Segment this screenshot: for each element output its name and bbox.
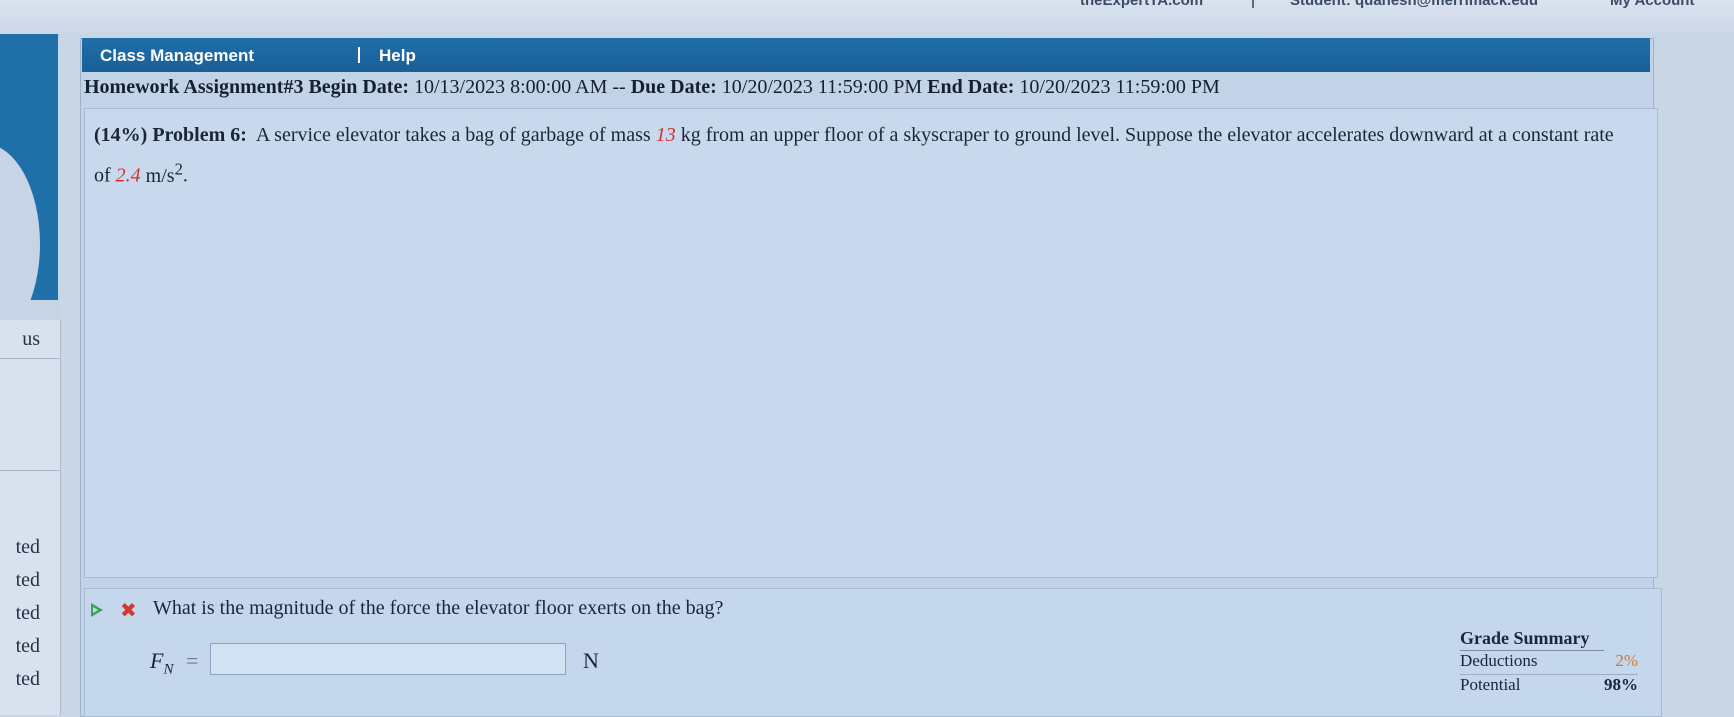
deductions-row: Deductions 2% xyxy=(1460,651,1638,671)
accel-value: 2.4 xyxy=(115,164,141,187)
answer-unit: N xyxy=(583,648,599,673)
potential-row: Potential 98% xyxy=(1460,675,1638,695)
end-date-value: 10/20/2023 11:59:00 PM xyxy=(1019,76,1220,98)
potential-value: 98% xyxy=(1604,675,1638,694)
potential-label: Potential xyxy=(1460,675,1521,694)
problem-text-a: A service elevator takes a bag of garbag… xyxy=(255,124,651,146)
problem-label: Problem 6: xyxy=(152,124,247,146)
left-nav-item[interactable]: ted xyxy=(0,635,40,658)
top-strip: theExpertTA.com Student: quanesh@merrima… xyxy=(0,0,1734,34)
left-nav-item[interactable]: ted xyxy=(0,536,40,559)
due-date-value: 10/20/2023 11:59:00 PM xyxy=(721,76,923,98)
left-nav-item[interactable]: ted xyxy=(0,602,40,625)
end-date-label: End Date: xyxy=(927,76,1015,98)
accel-unit: m/s2 xyxy=(145,159,183,187)
account-link[interactable]: My Account xyxy=(1610,0,1694,9)
date-separator: -- xyxy=(612,76,626,98)
problem-statement: (14%) Problem 6: A service elevator take… xyxy=(94,118,1614,193)
question-text: What is the magnitude of the force the e… xyxy=(153,597,724,619)
begin-date-value: 10/13/2023 8:00:00 AM xyxy=(414,76,608,98)
left-nav-heading: us xyxy=(22,328,40,350)
due-date-label: Due Date: xyxy=(630,76,717,98)
mass-value: 13 xyxy=(655,124,676,146)
assignment-header: Homework Assignment#3 Begin Date: 10/13/… xyxy=(84,76,1644,104)
force-variable: FN xyxy=(150,648,173,678)
problem-weight: (14%) xyxy=(94,124,148,146)
answer-input[interactable] xyxy=(210,643,566,675)
menu-bar: Class Management Help xyxy=(82,38,1650,72)
play-hint-icon-inner xyxy=(93,607,98,613)
left-nav: us ted ted ted ted ted xyxy=(0,320,61,715)
accel-unit-exponent: 2 xyxy=(174,159,183,178)
force-variable-letter: F xyxy=(150,648,164,673)
left-nav-item[interactable]: ted xyxy=(0,668,40,691)
force-variable-subscript: N xyxy=(163,661,174,678)
assignment-title: Homework Assignment#3 xyxy=(84,76,304,98)
class-management-link[interactable]: Class Management xyxy=(100,46,254,66)
left-nav-item[interactable]: ted xyxy=(0,569,40,592)
deductions-label: Deductions xyxy=(1460,651,1538,670)
incorrect-status-icon: ✖ xyxy=(120,598,137,622)
accel-unit-base: m/s xyxy=(145,164,175,187)
divider xyxy=(0,358,60,359)
grade-summary-title: Grade Summary xyxy=(1460,628,1590,648)
top-separator xyxy=(1252,0,1254,8)
divider xyxy=(0,470,60,471)
equals-sign: = xyxy=(186,648,199,673)
help-link[interactable]: Help xyxy=(379,46,416,66)
problem-end: . xyxy=(182,164,188,187)
student-link[interactable]: Student: quanesh@merrimack.edu xyxy=(1290,0,1538,9)
site-link[interactable]: theExpertTA.com xyxy=(1080,0,1203,9)
menu-separator xyxy=(358,47,360,63)
logo xyxy=(0,34,58,344)
deductions-value: 2% xyxy=(1615,651,1638,670)
begin-date-label: Begin Date: xyxy=(308,76,409,98)
